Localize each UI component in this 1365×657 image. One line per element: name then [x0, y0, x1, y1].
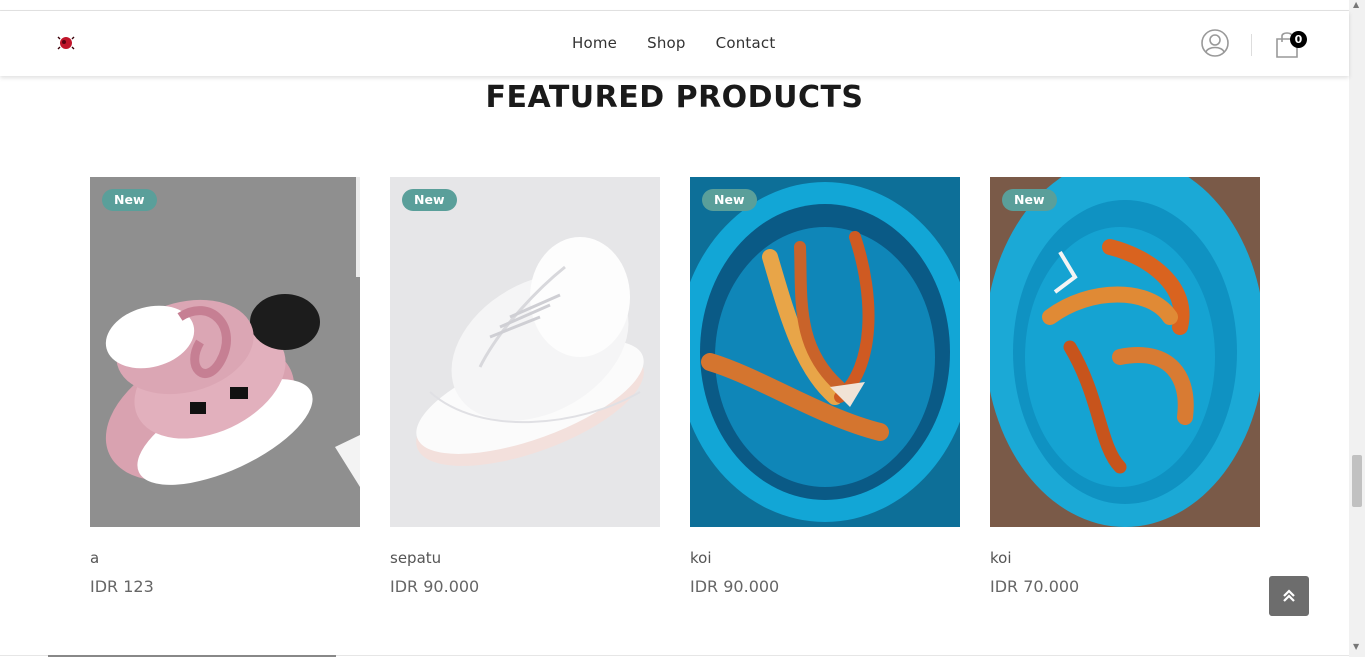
site-header: Home Shop Contact 0	[0, 11, 1349, 76]
product-name[interactable]: koi	[990, 549, 1260, 569]
user-account-icon[interactable]	[1200, 28, 1230, 58]
logo-icon[interactable]	[56, 33, 76, 53]
product-name[interactable]: koi	[690, 549, 960, 569]
product-name[interactable]: sepatu	[390, 549, 660, 569]
product-image[interactable]: New	[990, 177, 1260, 527]
product-card[interactable]: New a IDR 123	[90, 177, 360, 596]
new-badge: New	[702, 189, 757, 211]
main-nav: Home Shop Contact	[572, 34, 775, 52]
new-badge: New	[1002, 189, 1057, 211]
product-card[interactable]: New koi IDR 90.000	[690, 177, 960, 596]
header-divider	[1251, 34, 1252, 56]
product-card[interactable]: New sepatu IDR 90.000	[390, 177, 660, 596]
product-card[interactable]: New koi IDR 70.000	[990, 177, 1260, 596]
section-title: FEATURED PRODUCTS	[485, 80, 864, 115]
product-price: IDR 70.000	[990, 577, 1080, 596]
product-image[interactable]: New	[390, 177, 660, 527]
scroll-down-arrow-icon[interactable]: ▼	[1353, 642, 1359, 651]
new-badge: New	[102, 189, 157, 211]
product-name[interactable]: a	[90, 549, 360, 569]
product-price: IDR 123	[90, 577, 154, 596]
nav-shop-link[interactable]: Shop	[647, 34, 686, 52]
cart-count-badge: 0	[1290, 31, 1307, 48]
double-chevron-up-icon	[1283, 589, 1295, 602]
product-image[interactable]: New	[90, 177, 360, 527]
nav-contact-link[interactable]: Contact	[716, 34, 776, 52]
product-price: IDR 90.000	[390, 577, 480, 596]
nav-home-link[interactable]: Home	[572, 34, 617, 52]
page-scrollbar[interactable]: ▲ ▼	[1349, 0, 1365, 657]
product-price: IDR 90.000	[690, 577, 780, 596]
back-to-top-button[interactable]	[1269, 576, 1309, 616]
new-badge: New	[402, 189, 457, 211]
scrollbar-thumb[interactable]	[1352, 455, 1362, 507]
scroll-up-arrow-icon[interactable]: ▲	[1353, 0, 1359, 9]
product-image[interactable]: New	[690, 177, 960, 527]
